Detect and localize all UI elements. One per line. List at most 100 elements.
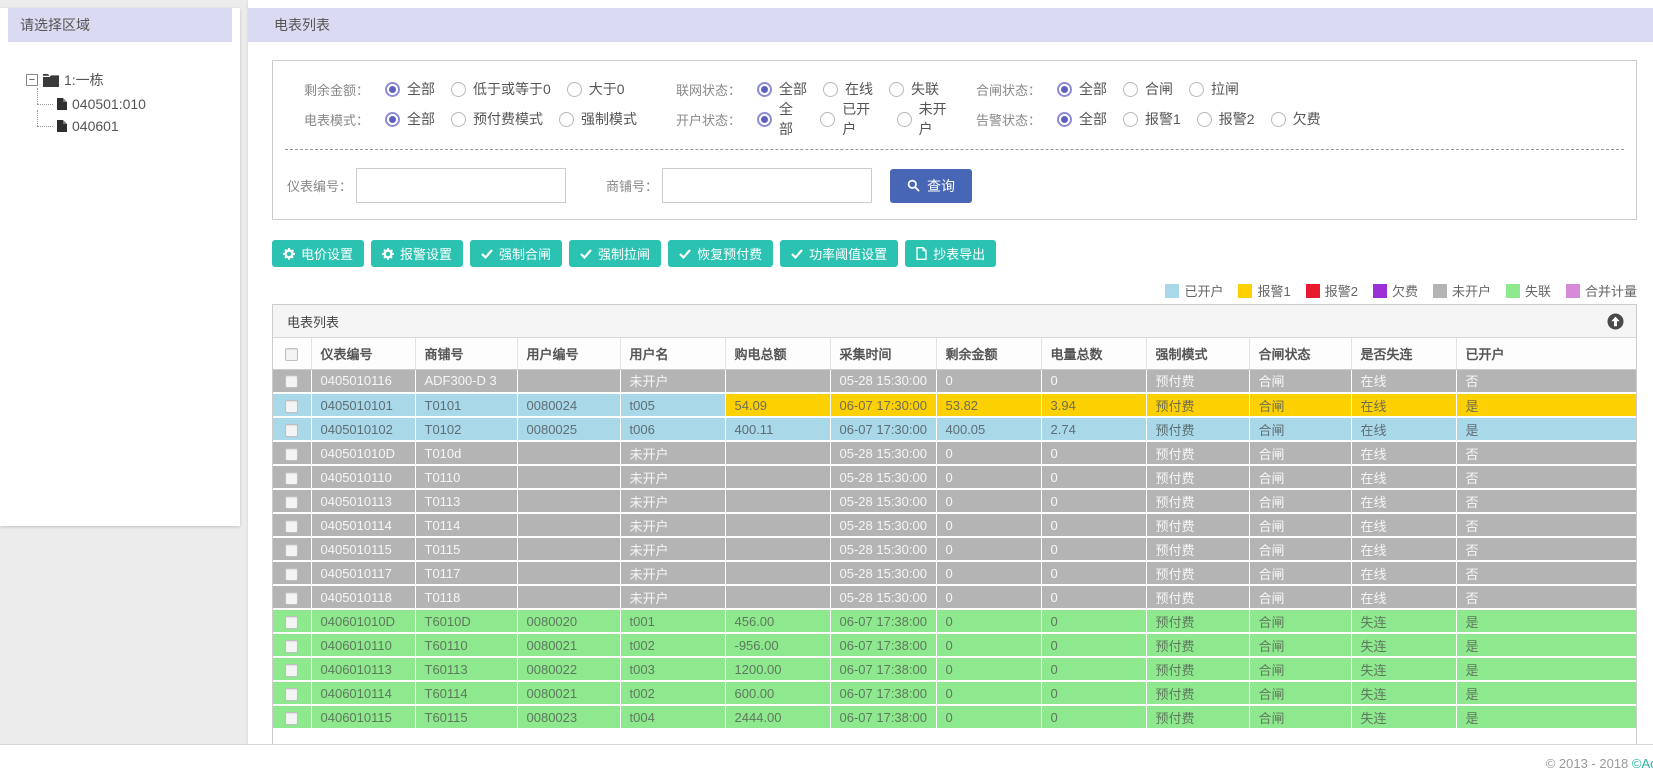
filter-radio-option[interactable]: 全部 xyxy=(757,99,804,139)
filter-radio-option[interactable]: 预付费模式 xyxy=(451,109,543,129)
force-trip-button[interactable]: 强制拉闸 xyxy=(569,240,662,267)
filter-radio-option[interactable]: 大于0 xyxy=(566,79,625,99)
table-row[interactable]: 040601010D T6010D 0080020 t001 456.00 06-07 1… xyxy=(273,609,1636,634)
table-row[interactable]: 0405010118 T0118 未开户 05-28 15:30:00 0 0 预付费 合闸在… xyxy=(273,585,1636,610)
row-checkbox[interactable] xyxy=(285,519,299,533)
filter-radio-option[interactable]: 合闸 xyxy=(1123,79,1173,99)
table-row[interactable]: 0406010113 T60113 0080022 t003 1200.00 06-07 … xyxy=(273,657,1636,682)
filter-radio-option[interactable]: 拉闸 xyxy=(1189,79,1239,99)
filter-radio-option[interactable]: 失联 xyxy=(889,79,939,99)
table-row[interactable]: 0405010113 T0113 未开户 05-28 15:30:00 0 0 预付费 合闸在… xyxy=(273,489,1636,514)
legend-label: 失联 xyxy=(1524,284,1551,299)
row-checkbox[interactable] xyxy=(285,543,299,557)
table-cell: 是 xyxy=(1456,657,1636,682)
price-settings-button[interactable]: 电价设置 xyxy=(272,240,365,267)
row-checkbox[interactable] xyxy=(285,423,299,437)
restore-prepaid-button[interactable]: 恢复预付费 xyxy=(668,240,774,267)
table-row[interactable]: 040501010D T010d 未开户 05-28 15:30:00 0 0 预付费 合闸在… xyxy=(273,441,1636,466)
filter-radio-option[interactable]: 全部 xyxy=(1057,109,1107,129)
tree-node-meter-label[interactable]: 040601 xyxy=(72,118,119,134)
tree-node-meter-label[interactable]: 040501:010 xyxy=(72,96,146,112)
table-cell: 400.11 xyxy=(725,417,831,442)
filter-radio-option[interactable]: 全部 xyxy=(757,79,807,99)
table-cell: T0115 xyxy=(415,537,518,562)
filter-radio-option[interactable]: 全部 xyxy=(385,109,435,129)
search-button[interactable]: 查询 xyxy=(890,168,973,203)
table-cell: 05-28 15:30:00 xyxy=(830,513,937,538)
table-cell: 05-28 15:30:00 xyxy=(830,537,937,562)
row-checkbox[interactable] xyxy=(285,567,299,581)
row-checkbox[interactable] xyxy=(285,663,299,677)
legend-item: 报警1 xyxy=(1238,281,1291,300)
table-cell: T0114 xyxy=(415,513,518,538)
page: 请选择区域 − 1:一栋 040501:010 040601 电表列表 剩余金额：… xyxy=(0,0,1653,784)
filter-radio-option[interactable]: 报警2 xyxy=(1196,109,1255,129)
legend-label: 欠费 xyxy=(1391,284,1418,299)
table-cell: 合闸 xyxy=(1249,369,1352,394)
filter-radio-option[interactable]: 全部 xyxy=(385,79,435,99)
radio-label: 低于或等于0 xyxy=(473,81,551,97)
table-row[interactable]: 0405010101 T0101 0080024 t005 54.09 06-07 17:… xyxy=(273,393,1636,418)
table-row[interactable]: 0406010115 T60115 0080023 t004 2444.00 06-07 … xyxy=(273,705,1636,730)
table-cell: 0 xyxy=(936,537,1042,562)
power-threshold-button[interactable]: 功率阈值设置 xyxy=(780,240,899,267)
table-cell: 54.09 xyxy=(725,393,831,418)
table-row[interactable]: 0406010110 T60110 0080021 t002 -956.00 06-07 … xyxy=(273,633,1636,658)
table-cell: t005 xyxy=(620,393,726,418)
table-row[interactable]: 0406010114 T60114 0080021 t002 600.00 06-07 1… xyxy=(273,681,1636,706)
table-cell: 3.94 xyxy=(1041,393,1147,418)
filter-radio-option[interactable]: 已开户 xyxy=(820,99,880,139)
row-checkbox[interactable] xyxy=(285,375,299,389)
tree-node-building-label[interactable]: 1:一栋 xyxy=(64,70,104,90)
table-cell: 合闸 xyxy=(1249,657,1352,682)
meter-number-input[interactable] xyxy=(356,168,567,203)
select-all-checkbox[interactable] xyxy=(285,347,299,361)
row-checkbox[interactable] xyxy=(285,495,299,509)
table-row[interactable]: 0405010117 T0117 未开户 05-28 15:30:00 0 0 预付费 合闸在… xyxy=(273,561,1636,586)
row-checkbox[interactable] xyxy=(285,471,299,485)
meter-export-button[interactable]: 抄表导出 xyxy=(905,240,997,267)
table-cell: 05-28 15:30:00 xyxy=(830,441,937,466)
filter-radio-option[interactable]: 未开户 xyxy=(896,99,957,139)
table-cell: 未开户 xyxy=(620,489,726,514)
radio-label: 报警1 xyxy=(1145,111,1181,127)
row-checkbox[interactable] xyxy=(285,711,299,725)
filter-radio-option[interactable]: 强制模式 xyxy=(559,109,637,129)
table-row[interactable]: 0405010116 ADF300-D 3 未开户 05-28 15:30:00 0 0 预… xyxy=(273,369,1636,394)
radio-label: 未开户 xyxy=(918,101,947,137)
collapse-up-icon[interactable] xyxy=(1607,313,1624,330)
row-checkbox[interactable] xyxy=(285,591,299,605)
radio-icon xyxy=(1057,81,1072,97)
filter-radio-option[interactable]: 全部 xyxy=(1057,79,1107,99)
table-row[interactable]: 0405010115 T0115 未开户 05-28 15:30:00 0 0 预付费 合闸在… xyxy=(273,537,1636,562)
filter-group-label: 合闸状态： xyxy=(975,82,1041,98)
radio-icon xyxy=(823,81,838,97)
table-row[interactable]: 0405010114 T0114 未开户 05-28 15:30:00 0 0 预付费 合闸在… xyxy=(273,513,1636,538)
table-cell: 0405010118 xyxy=(311,585,416,610)
table-row[interactable]: 0405010102 T0102 0080025 t006 400.11 06-07 17… xyxy=(273,417,1636,442)
table-cell: T010d xyxy=(415,441,518,466)
shop-number-input[interactable] xyxy=(662,168,873,203)
gear-icon xyxy=(283,247,295,260)
tree-collapse-toggle[interactable]: − xyxy=(26,74,38,86)
row-checkbox[interactable] xyxy=(285,615,299,629)
filter-radio-option[interactable]: 欠费 xyxy=(1270,109,1321,129)
filter-radio-option[interactable]: 在线 xyxy=(823,79,873,99)
row-checkbox[interactable] xyxy=(285,447,299,461)
legend-label: 报警1 xyxy=(1257,284,1291,299)
alarm-settings-button[interactable]: 报警设置 xyxy=(371,240,464,267)
radio-label: 合闸 xyxy=(1145,81,1173,97)
force-close-button[interactable]: 强制合闸 xyxy=(470,240,563,267)
row-checkbox[interactable] xyxy=(285,399,299,413)
row-checkbox[interactable] xyxy=(285,687,299,701)
radio-label: 全部 xyxy=(779,81,807,97)
table-row[interactable]: 0405010110 T0110 未开户 05-28 15:30:00 0 0 预付费 合闸在… xyxy=(273,465,1636,490)
filter-radio-option[interactable]: 低于或等于0 xyxy=(451,79,551,99)
filter-radio-option[interactable]: 报警1 xyxy=(1123,109,1181,129)
table-cell: 否 xyxy=(1456,561,1636,586)
filter-group: 告警状态： 全部 报警1 报警2 欠费 xyxy=(957,109,1321,129)
table-cell xyxy=(725,441,831,466)
toolbar-button-label: 报警设置 xyxy=(400,247,453,262)
row-checkbox[interactable] xyxy=(285,639,299,653)
filter-group: 联网状态： 全部 在线 失联 xyxy=(657,79,957,99)
